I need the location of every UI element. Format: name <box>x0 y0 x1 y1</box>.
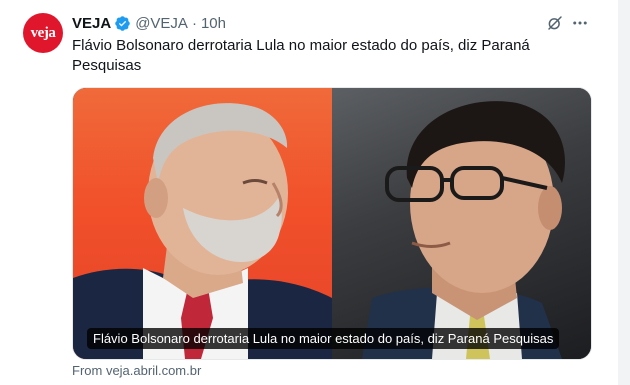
user-handle[interactable]: @VEJA <box>135 15 188 32</box>
link-card-title: Flávio Bolsonaro derrotaria Lula no maio… <box>87 328 560 349</box>
separator-dot: · <box>191 14 197 32</box>
grok-icon <box>548 16 562 30</box>
verified-badge-icon <box>115 15 130 31</box>
tweet-card[interactable]: veja VEJA @VEJA · 10h Flávio Bolsonaro d… <box>0 0 618 385</box>
page: veja VEJA @VEJA · 10h Flávio Bolsonaro d… <box>0 0 630 385</box>
more-icon <box>573 21 587 25</box>
avatar-logo-text: veja <box>30 24 56 41</box>
avatar[interactable]: veja <box>23 13 63 53</box>
link-card-image[interactable]: Flávio Bolsonaro derrotaria Lula no maio… <box>72 87 592 360</box>
portrait-left-illustration <box>73 103 332 359</box>
photo-lula <box>73 88 332 359</box>
timestamp[interactable]: 10h <box>201 15 226 32</box>
more-options-button[interactable] <box>569 12 591 34</box>
grok-button[interactable] <box>544 12 566 34</box>
tweet-header: VEJA @VEJA · 10h <box>72 13 226 33</box>
display-name[interactable]: VEJA <box>72 15 111 32</box>
photo-flavio <box>332 88 591 359</box>
tweet-text: Flávio Bolsonaro derrotaria Lula no maio… <box>72 37 530 74</box>
portrait-right-illustration <box>362 101 565 359</box>
link-source[interactable]: From veja.abril.com.br <box>72 363 201 378</box>
